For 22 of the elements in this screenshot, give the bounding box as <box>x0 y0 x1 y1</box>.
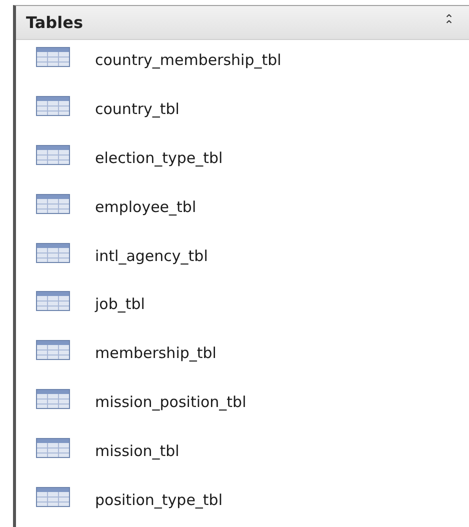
table-name[interactable]: membership_tbl <box>95 344 216 362</box>
table-icon <box>36 144 70 165</box>
table-icon <box>36 388 70 409</box>
table-name[interactable]: country_membership_tbl <box>95 51 282 70</box>
table-icon <box>36 340 70 360</box>
table-name[interactable]: country_tbl <box>95 100 180 118</box>
table-icon <box>36 242 70 263</box>
table-name[interactable]: job_tbl <box>95 295 145 314</box>
table-icon <box>36 47 70 68</box>
table-name[interactable]: mission_tbl <box>95 442 180 460</box>
table-name[interactable]: intl_agency_tbl <box>95 246 208 265</box>
table-icon <box>36 291 70 312</box>
table-icon <box>36 194 70 214</box>
table-name[interactable]: election_type_tbl <box>95 148 223 167</box>
table-name[interactable]: employee_tbl <box>95 198 196 216</box>
panel-title: Tables <box>26 12 83 32</box>
table-icon <box>36 486 70 507</box>
table-icon <box>36 438 70 458</box>
collapse-button[interactable]: ⌃ ⌃ <box>441 14 457 30</box>
table-name[interactable]: position_type_tbl <box>95 490 222 509</box>
table-icon <box>36 96 70 116</box>
table-name[interactable]: mission_position_tbl <box>95 392 246 411</box>
